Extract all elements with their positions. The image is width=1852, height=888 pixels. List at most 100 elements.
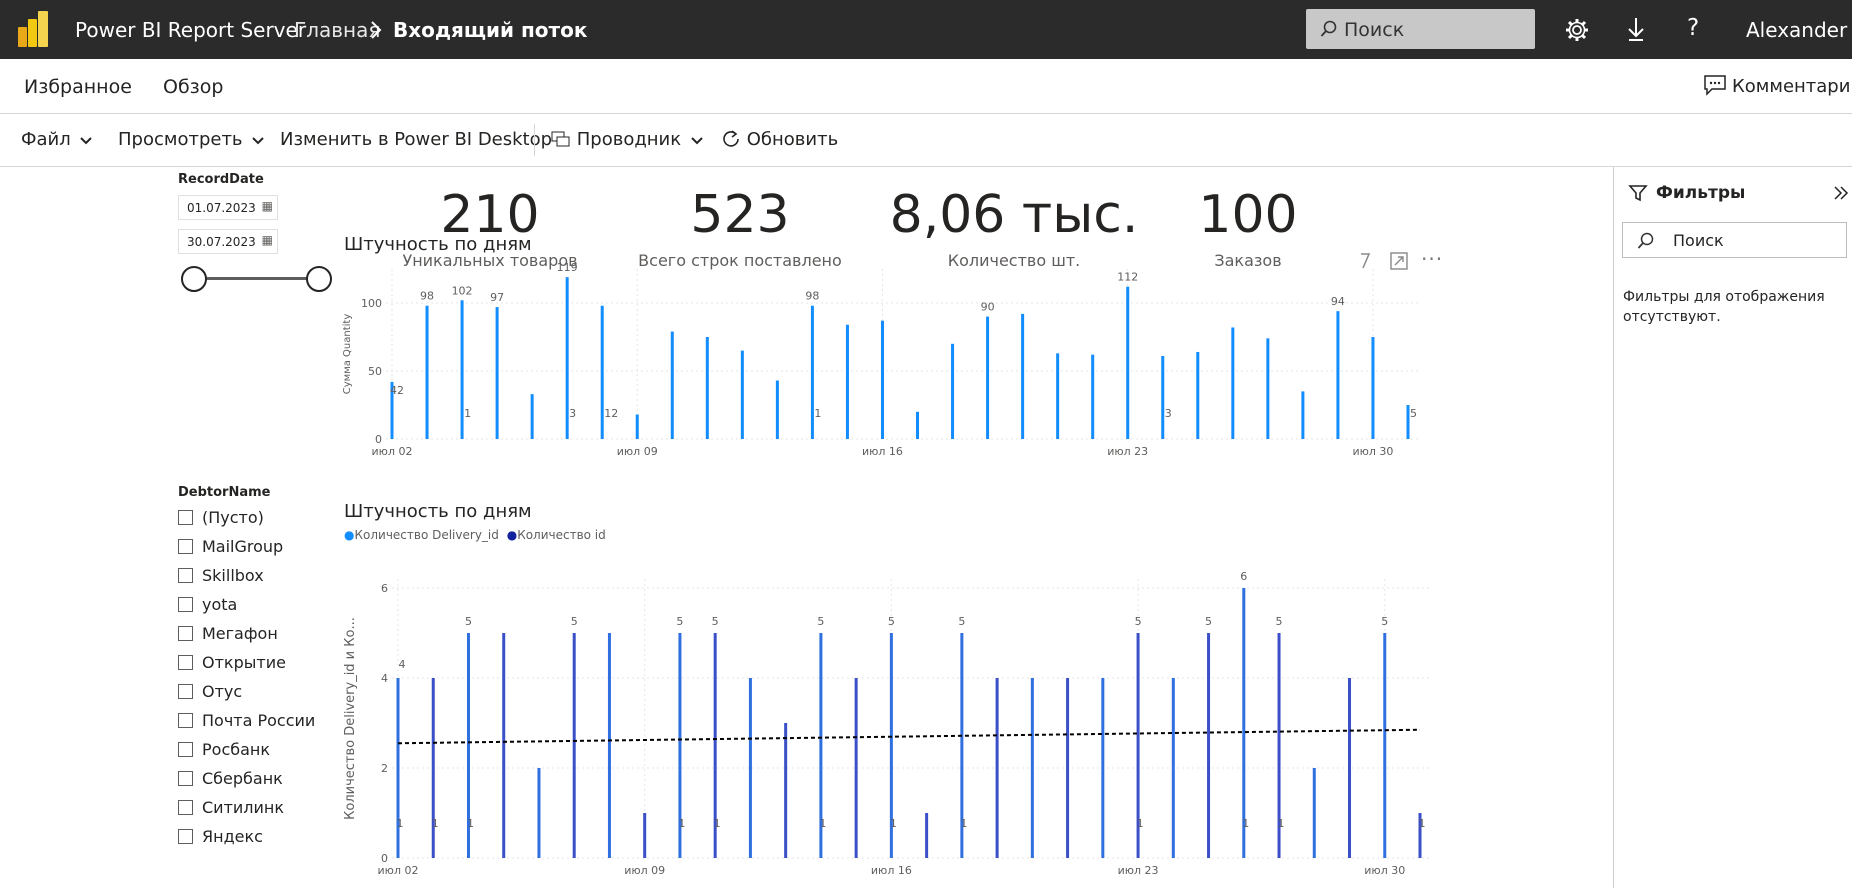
bar <box>880 320 884 439</box>
view-menu[interactable]: Просмотреть <box>118 129 264 150</box>
bar <box>1207 633 1211 858</box>
kpi-value-quantity: 8,06 тыс. <box>889 185 1139 245</box>
date-from-value: 01.07.2023 <box>187 201 256 215</box>
bar <box>775 380 779 439</box>
bar <box>670 331 674 439</box>
data-label: 97 <box>490 291 504 304</box>
data-label: 5 <box>1135 615 1142 628</box>
toolbar: Файл Просмотреть Изменить в Power BI Des… <box>0 114 1852 167</box>
checkbox[interactable] <box>178 684 193 699</box>
bar <box>1091 354 1095 439</box>
x-tick-label: июл 09 <box>624 864 665 877</box>
date-to-input[interactable]: 30.07.2023 ▦ <box>178 229 278 254</box>
bar <box>951 343 955 439</box>
chart2-legend: ●Количество Delivery_id ●Количество id <box>344 528 606 542</box>
filters-search-input[interactable]: Поиск <box>1622 222 1847 258</box>
debtor-option-label: Отус <box>202 682 243 701</box>
debtor-option-label: Skillbox <box>202 566 264 585</box>
date-from-input[interactable]: 01.07.2023 ▦ <box>178 195 278 220</box>
bar <box>1171 678 1175 858</box>
data-label: 5 <box>817 615 824 628</box>
bar <box>495 307 499 439</box>
bar <box>530 394 534 439</box>
chart2-title: Штучность по дням <box>344 501 532 522</box>
chart1-title: Штучность по дням <box>344 234 532 255</box>
data-label: 119 <box>557 261 578 274</box>
legend-marker-delivery: ● <box>344 528 355 542</box>
checkbox[interactable] <box>178 713 193 728</box>
data-label-secondary: 1 <box>397 817 404 830</box>
y-tick-label: 50 <box>368 365 382 378</box>
help-icon[interactable]: ? <box>1687 15 1699 41</box>
checkbox[interactable] <box>178 655 193 670</box>
checkbox[interactable] <box>178 539 193 554</box>
checkbox[interactable] <box>178 568 193 583</box>
data-label-secondary: 3 <box>569 407 576 420</box>
user-name[interactable]: Alexander <box>1746 18 1847 42</box>
bar <box>1056 353 1060 439</box>
checkbox[interactable] <box>178 771 193 786</box>
nav-browse[interactable]: Обзор <box>163 76 223 98</box>
filter-icon <box>1628 185 1648 202</box>
bar <box>995 678 999 858</box>
debtor-option-label: Яндекс <box>202 827 263 846</box>
explorer-icon <box>551 131 570 147</box>
y-axis-label: Количество Delivery_id и Ко... <box>343 617 358 820</box>
checkbox[interactable] <box>178 742 193 757</box>
checkbox[interactable] <box>178 800 193 815</box>
breadcrumb-home[interactable]: Главная <box>294 18 380 42</box>
data-label: 5 <box>1205 615 1212 628</box>
calendar-icon[interactable]: ▦ <box>262 233 273 247</box>
checkbox[interactable] <box>178 829 193 844</box>
debtor-slicer-title: DebtorName <box>178 485 271 500</box>
file-menu[interactable]: Файл <box>21 129 93 150</box>
search-placeholder: Поиск <box>1344 19 1405 41</box>
checkbox[interactable] <box>178 510 193 525</box>
bar <box>1021 313 1025 439</box>
data-label-secondary: 5 <box>1410 407 1417 420</box>
x-tick-label: июл 02 <box>372 445 413 458</box>
date-range-start-handle[interactable] <box>181 266 207 292</box>
data-label: 98 <box>420 290 434 303</box>
download-icon[interactable] <box>1626 16 1646 42</box>
explorer-menu[interactable]: Проводник <box>551 129 703 150</box>
comments-button[interactable]: Комментарии <box>1732 76 1852 97</box>
comments-icon <box>1704 75 1726 96</box>
y-tick-label: 100 <box>361 297 382 310</box>
bar <box>425 305 429 439</box>
data-label: 5 <box>571 615 578 628</box>
data-label: 102 <box>452 284 473 297</box>
product-name[interactable]: Power BI Report Server <box>75 18 306 42</box>
global-search[interactable]: Поиск <box>1306 9 1535 49</box>
debtor-option-label: Ситилинк <box>202 798 285 817</box>
data-label-secondary: 1 <box>1419 817 1426 830</box>
x-tick-label: июл 23 <box>1118 864 1159 877</box>
chevron-down-icon <box>252 137 264 145</box>
calendar-icon[interactable]: ▦ <box>262 199 273 213</box>
data-label-secondary: 1 <box>1278 817 1285 830</box>
bar <box>1161 356 1165 439</box>
checkbox[interactable] <box>178 626 193 641</box>
data-label: 4 <box>399 658 406 671</box>
gear-icon[interactable] <box>1565 18 1589 42</box>
bar <box>1101 678 1105 858</box>
debtor-option-label: Открытие <box>202 653 286 672</box>
power-bi-logo[interactable] <box>16 9 50 49</box>
filters-search-placeholder: Поиск <box>1673 231 1724 250</box>
chevron-right-icon <box>371 21 382 39</box>
refresh-icon <box>723 130 739 147</box>
data-label-secondary: 1 <box>432 817 439 830</box>
collapse-pane-icon[interactable] <box>1832 184 1850 202</box>
date-range-end-handle[interactable] <box>306 266 332 292</box>
bar <box>1066 678 1070 858</box>
data-label-secondary: 1 <box>464 407 471 420</box>
nav-favorites[interactable]: Избранное <box>24 76 132 98</box>
bar <box>1312 768 1316 858</box>
checkbox[interactable] <box>178 597 193 612</box>
bar <box>635 414 639 439</box>
edit-in-desktop-button[interactable]: Изменить в Power BI Desktop <box>280 129 552 150</box>
refresh-button[interactable]: Обновить <box>721 129 838 150</box>
date-to-value: 30.07.2023 <box>187 235 256 249</box>
chevron-down-icon <box>691 137 703 145</box>
bar <box>1383 633 1387 858</box>
